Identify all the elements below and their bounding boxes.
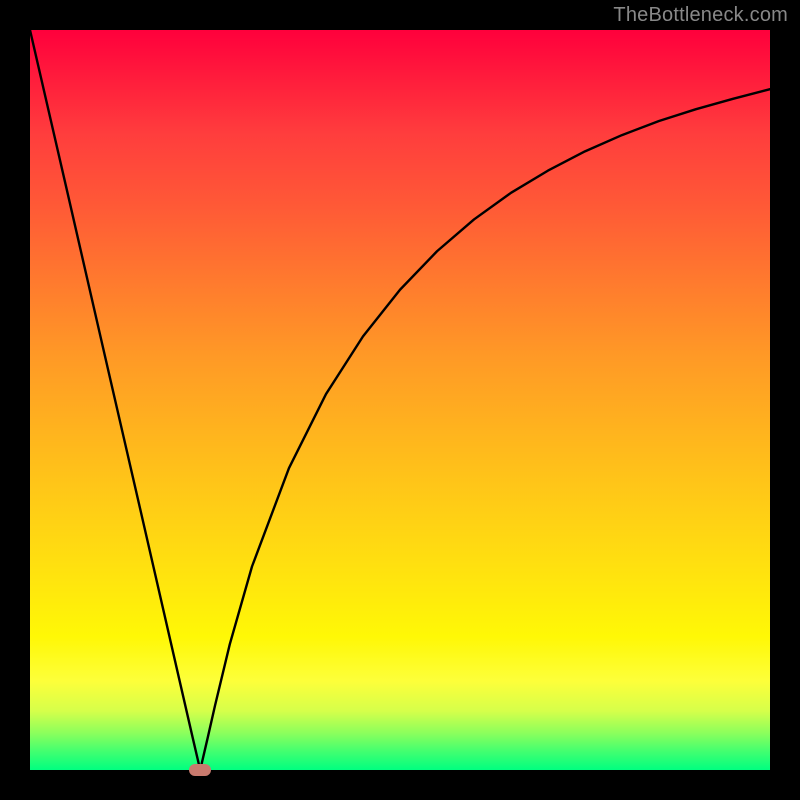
min-point-marker [189, 764, 211, 776]
bottleneck-curve [30, 30, 770, 770]
chart-frame: TheBottleneck.com [0, 0, 800, 800]
watermark-text: TheBottleneck.com [613, 4, 788, 27]
curve-path [30, 30, 770, 770]
plot-area [30, 30, 770, 770]
